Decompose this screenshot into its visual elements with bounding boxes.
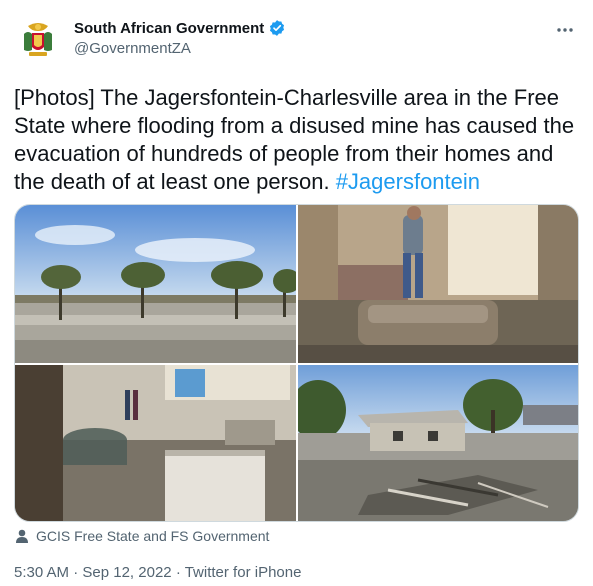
- tweet-body: [Photos] The Jagersfontein-Charlesville …: [14, 85, 575, 194]
- photo-mud-room[interactable]: [298, 205, 578, 363]
- tweet-header: South African Government @GovernmentZA: [14, 14, 581, 66]
- tweet-metadata: 5:30 AM · Sep 12, 2022 · Twitter for iPh…: [14, 564, 301, 581]
- more-options-button[interactable]: [553, 18, 577, 42]
- photo-flooded-field[interactable]: [15, 205, 296, 363]
- person-icon: [16, 529, 28, 543]
- meta-separator: ·: [73, 564, 79, 581]
- coat-of-arms-icon: [14, 16, 62, 64]
- tweet: South African Government @GovernmentZA […: [0, 0, 593, 586]
- credit-label: GCIS Free State and FS Government: [36, 528, 270, 544]
- tweet-date[interactable]: Sep 12, 2022: [82, 564, 171, 581]
- handle[interactable]: @GovernmentZA: [74, 40, 191, 57]
- tweet-text: [Photos] The Jagersfontein-Charlesville …: [14, 84, 582, 196]
- tweet-time[interactable]: 5:30 AM: [14, 564, 69, 581]
- meta-separator: ·: [175, 564, 181, 581]
- name-row: South African Government: [74, 19, 286, 37]
- more-dots-icon: [557, 28, 573, 32]
- avatar[interactable]: [14, 16, 62, 64]
- verified-badge-icon: [270, 20, 285, 36]
- photo-house-debris[interactable]: [298, 365, 578, 521]
- tweet-source[interactable]: Twitter for iPhone: [185, 564, 302, 581]
- display-name[interactable]: South African Government: [74, 20, 264, 37]
- photo-mud-kitchen[interactable]: [15, 365, 296, 521]
- photo-credit[interactable]: GCIS Free State and FS Government: [14, 528, 269, 544]
- hashtag-link[interactable]: #Jagersfontein: [336, 169, 480, 194]
- media-grid: [14, 204, 579, 522]
